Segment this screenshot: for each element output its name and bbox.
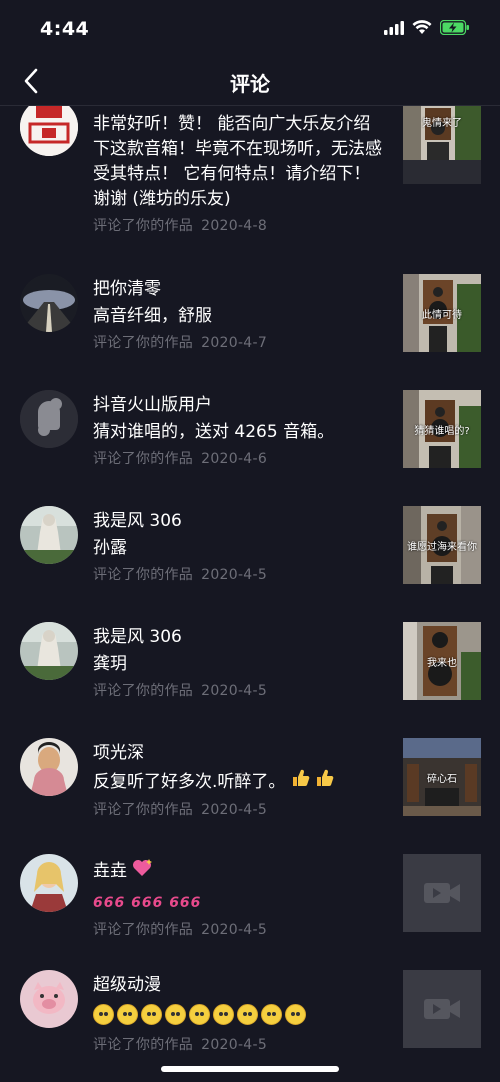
commenter-name[interactable]: 项光深 — [93, 742, 385, 764]
comment-meta: 评论了你的作品 2020-4-6 — [93, 449, 385, 469]
avatar[interactable] — [20, 274, 78, 332]
avatar[interactable] — [20, 106, 78, 156]
video-thumbnail[interactable]: 此情可待 — [403, 274, 481, 352]
flushed-face-icon — [237, 1004, 258, 1025]
thumbnail-caption: 猜猜谁唱的? — [414, 426, 470, 437]
status-icons — [384, 19, 470, 39]
comment-action: 评论了你的作品 — [93, 567, 194, 583]
video-thumbnail[interactable]: 鬼情来了 — [403, 106, 481, 184]
comment-text-row: 666 666 666 — [93, 890, 385, 916]
comment-text: 666 666 666 — [93, 895, 202, 911]
comment-date: 2020-4-7 — [201, 335, 268, 351]
thumbs-up-icon — [315, 768, 335, 796]
video-thumbnail[interactable]: 碎心石 — [403, 738, 481, 816]
status-time: 4:44 — [40, 18, 90, 40]
comment-date: 2020-4-5 — [201, 802, 268, 818]
comment-text: 猜对谁唱的，送对 4265 音箱。 — [93, 422, 335, 442]
thumbnail-caption: 鬼情来了 — [422, 118, 462, 129]
comment-action: 评论了你的作品 — [93, 1037, 194, 1053]
comment-date: 2020-4-5 — [201, 683, 268, 699]
comment-text-row: 反复听了好多次.听醉了。 — [93, 768, 385, 796]
video-camera-icon — [424, 883, 460, 903]
comment-meta: 评论了你的作品 2020-4-5 — [93, 920, 385, 940]
battery-charging-icon — [439, 19, 470, 39]
comment-text: 非常好听！赞！ 能否向广大乐友介绍下这款音箱！毕竟不在现场听，无法感受其特点！ … — [93, 114, 382, 209]
comment-text: 龚玥 — [93, 654, 127, 674]
commenter-name-row: 垚垚 — [93, 858, 385, 884]
comment-date: 2020-4-5 — [201, 922, 268, 938]
commenter-name[interactable]: 把你清零 — [93, 278, 385, 300]
commenter-name[interactable]: 我是风 306 — [93, 626, 385, 648]
comment-date: 2020-4-5 — [201, 1037, 268, 1053]
thumbnail-caption: 此情可待 — [422, 310, 462, 321]
thumbnail-caption: 谁愿过海来看你 — [407, 542, 477, 553]
wifi-icon — [412, 20, 432, 39]
avatar[interactable] — [20, 506, 78, 564]
comment-date: 2020-4-6 — [201, 451, 268, 467]
avatar[interactable] — [20, 390, 78, 448]
video-thumbnail[interactable]: 我来也 — [403, 622, 481, 700]
flushed-face-icon — [189, 1004, 210, 1025]
video-thumbnail[interactable]: 猜猜谁唱的? — [403, 390, 481, 468]
flushed-face-icon — [261, 1004, 282, 1025]
avatar[interactable] — [20, 970, 78, 1028]
comment-meta: 评论了你的作品 2020-4-8 — [93, 216, 385, 236]
comment-meta: 评论了你的作品 2020-4-5 — [93, 800, 385, 820]
home-indicator[interactable] — [161, 1066, 339, 1072]
comment-meta: 评论了你的作品 2020-4-5 — [93, 1035, 385, 1055]
comment-action: 评论了你的作品 — [93, 218, 194, 234]
thumbs-up-icon — [291, 768, 311, 796]
nav-bar: 评论 — [0, 56, 500, 106]
comment-action: 评论了你的作品 — [93, 802, 194, 818]
signal-icon — [384, 20, 404, 39]
flushed-face-icon — [117, 1004, 138, 1025]
flushed-face-icon — [165, 1004, 186, 1025]
commenter-name[interactable]: 超级动漫 — [93, 974, 385, 996]
comment-list[interactable]: 非常好听！赞！ 能否向广大乐友介绍下这款音箱！毕竟不在现场听，无法感受其特点！ … — [0, 106, 500, 1082]
comment-meta: 评论了你的作品 2020-4-5 — [93, 681, 385, 701]
sparkling-heart-icon — [131, 858, 153, 884]
comment-action: 评论了你的作品 — [93, 335, 194, 351]
avatar[interactable] — [20, 622, 78, 680]
video-camera-icon — [424, 999, 460, 1019]
avatar[interactable] — [20, 854, 78, 912]
thumbnail-caption: 碎心石 — [427, 774, 457, 785]
comment-action: 评论了你的作品 — [93, 451, 194, 467]
flushed-face-icon — [285, 1004, 306, 1025]
thumbnail-caption: 我来也 — [427, 658, 457, 669]
commenter-name[interactable]: 抖音火山版用户 — [93, 394, 385, 416]
video-thumbnail[interactable]: 谁愿过海来看你 — [403, 506, 481, 584]
comment-action: 评论了你的作品 — [93, 683, 194, 699]
flushed-face-icon — [141, 1004, 162, 1025]
commenter-name[interactable]: 我是风 306 — [93, 510, 385, 532]
comment-text: 孙露 — [93, 538, 127, 558]
page-title: 评论 — [230, 72, 270, 96]
comment-text: 高音纤细，舒服 — [93, 306, 212, 326]
flushed-face-icon — [93, 1004, 114, 1025]
comment-emoji-row — [93, 1004, 385, 1025]
video-thumbnail[interactable] — [403, 970, 481, 1048]
comment-meta: 评论了你的作品 2020-4-5 — [93, 565, 385, 585]
comment-date: 2020-4-8 — [201, 218, 268, 234]
commenter-name[interactable]: 垚垚 — [93, 860, 127, 882]
comment-meta: 评论了你的作品 2020-4-7 — [93, 333, 385, 353]
flushed-face-icon — [213, 1004, 234, 1025]
status-bar: 4:44 — [0, 0, 500, 56]
comment-text: 反复听了好多次.听醉了。 — [93, 771, 286, 792]
avatar[interactable] — [20, 738, 78, 796]
video-thumbnail[interactable] — [403, 854, 481, 932]
comment-date: 2020-4-5 — [201, 567, 268, 583]
comment-action: 评论了你的作品 — [93, 922, 194, 938]
